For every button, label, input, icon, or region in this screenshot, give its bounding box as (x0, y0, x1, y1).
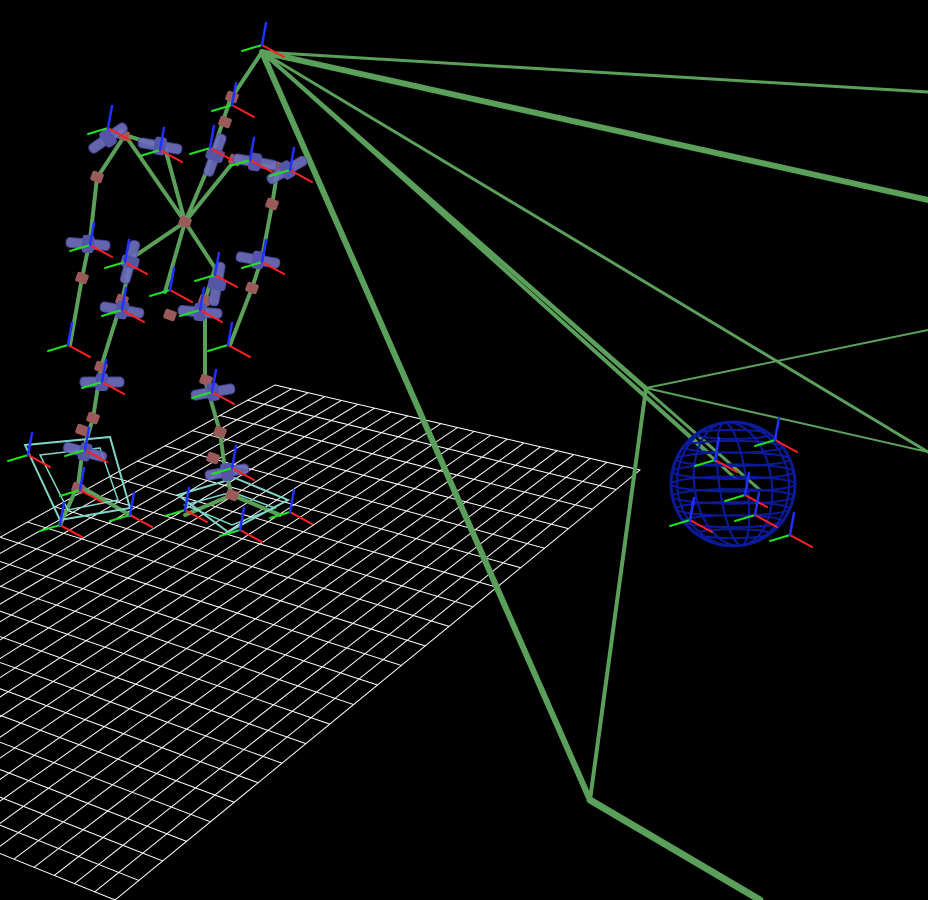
grid-line (74, 461, 608, 885)
axis-x (227, 344, 251, 358)
joint-marker (86, 411, 100, 425)
frustum-ray (260, 50, 928, 454)
axis-z (238, 506, 246, 532)
grid-line (0, 396, 326, 588)
axis-x (231, 104, 255, 118)
axis-z (128, 491, 136, 517)
coordinate-frame-axes (47, 321, 91, 358)
grid-line (33, 454, 575, 868)
frustum-edge (586, 796, 764, 900)
grid-line (0, 688, 259, 784)
floor-grid (0, 384, 641, 900)
skeleton-link (183, 220, 217, 270)
grid-line (0, 392, 309, 571)
joint-marker (163, 308, 177, 322)
axis-y (241, 44, 263, 52)
actuator-hub (81, 234, 95, 254)
axis-z (773, 416, 781, 442)
joint-marker (265, 197, 279, 211)
axis-z (788, 511, 796, 537)
frustum-edge (588, 386, 648, 802)
joint-marker (206, 451, 220, 465)
axis-y (724, 494, 746, 502)
axis-y (39, 524, 61, 532)
grid-line (13, 450, 558, 860)
3d-viewport[interactable] (0, 0, 928, 900)
axis-y (207, 344, 229, 352)
grid-line (94, 465, 624, 893)
grid-line (0, 714, 235, 803)
joint-marker (75, 271, 89, 285)
skeleton-link (228, 286, 254, 347)
grid-line (53, 457, 591, 876)
coordinate-frame-axes (207, 321, 251, 358)
grid-line (0, 430, 475, 759)
grid-line (0, 741, 211, 823)
axis-z (288, 488, 296, 514)
frustum-ray (259, 49, 593, 803)
axis-x (169, 289, 193, 303)
axis-x (27, 454, 51, 468)
frustum-ray (260, 50, 648, 390)
scene-canvas[interactable] (0, 0, 928, 900)
axis-y (769, 534, 791, 542)
axis-x (239, 529, 263, 543)
axis-y (109, 514, 131, 522)
axis-x (129, 514, 153, 528)
grid-line (0, 423, 442, 718)
skeleton-link (68, 276, 84, 347)
joint-marker (245, 281, 259, 295)
frustum-edge (645, 329, 928, 389)
axis-y (149, 289, 171, 297)
frustum-ray (259, 49, 928, 203)
axis-y (47, 344, 69, 352)
axis-x (67, 344, 91, 358)
axis-x (789, 534, 813, 548)
axis-z (260, 21, 268, 47)
grid-line (114, 469, 641, 900)
skeleton-link (230, 493, 282, 517)
axis-y (7, 454, 29, 462)
axis-z (106, 104, 114, 130)
coordinate-frames (7, 21, 813, 548)
coordinate-frame-axes (211, 81, 255, 118)
